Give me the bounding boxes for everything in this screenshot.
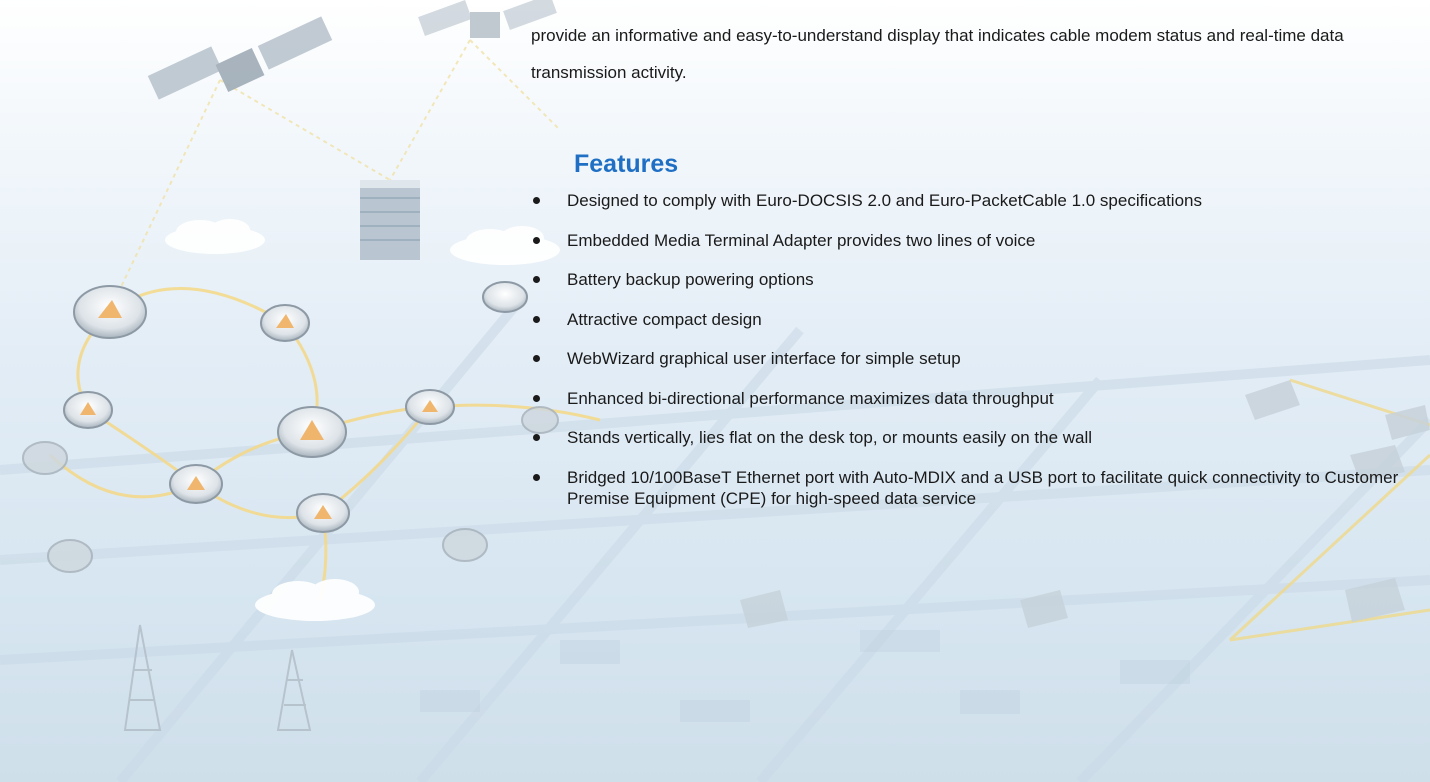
list-item: WebWizard graphical user interface for s…	[531, 348, 1411, 369]
list-item: Enhanced bi-directional performance maxi…	[531, 388, 1411, 409]
bullet-icon	[533, 276, 540, 283]
feature-text: Battery backup powering options	[567, 270, 814, 289]
bullet-icon	[533, 236, 540, 244]
bullet-icon	[533, 434, 540, 441]
feature-text: Stands vertically, lies flat on the desk…	[567, 428, 1093, 447]
list-item: Battery backup powering options	[531, 269, 1411, 290]
server-building-icon	[360, 180, 420, 260]
list-item: Designed to comply with Euro-DOCSIS 2.0 …	[531, 190, 1411, 211]
list-item: Attractive compact design	[531, 309, 1411, 330]
feature-text: WebWizard graphical user interface for s…	[567, 349, 961, 368]
satellite-icon	[147, 16, 333, 100]
features-list: Designed to comply with Euro-DOCSIS 2.0 …	[531, 190, 1411, 527]
features-heading: Features	[574, 150, 679, 178]
feature-text: Designed to comply with Euro-DOCSIS 2.0 …	[567, 191, 1202, 210]
list-item: Stands vertically, lies flat on the desk…	[531, 427, 1411, 448]
bullet-icon	[533, 473, 540, 481]
feature-text: Bridged 10/100BaseT Ethernet port with A…	[567, 467, 1399, 508]
intro-paragraph: provide an informative and easy-to-under…	[531, 26, 1344, 82]
feature-text: Enhanced bi-directional performance maxi…	[567, 388, 1054, 408]
list-item: Embedded Media Terminal Adapter provides…	[531, 230, 1411, 251]
bullet-icon	[533, 197, 540, 204]
feature-text: Attractive compact design	[567, 309, 762, 329]
list-item: Bridged 10/100BaseT Ethernet port with A…	[531, 467, 1411, 509]
bullet-icon	[533, 394, 540, 402]
main-content: provide an informative and easy-to-under…	[531, 0, 1411, 508]
bullet-icon	[533, 315, 540, 323]
feature-text: Embedded Media Terminal Adapter provides…	[567, 230, 1036, 250]
bullet-icon	[533, 355, 540, 362]
